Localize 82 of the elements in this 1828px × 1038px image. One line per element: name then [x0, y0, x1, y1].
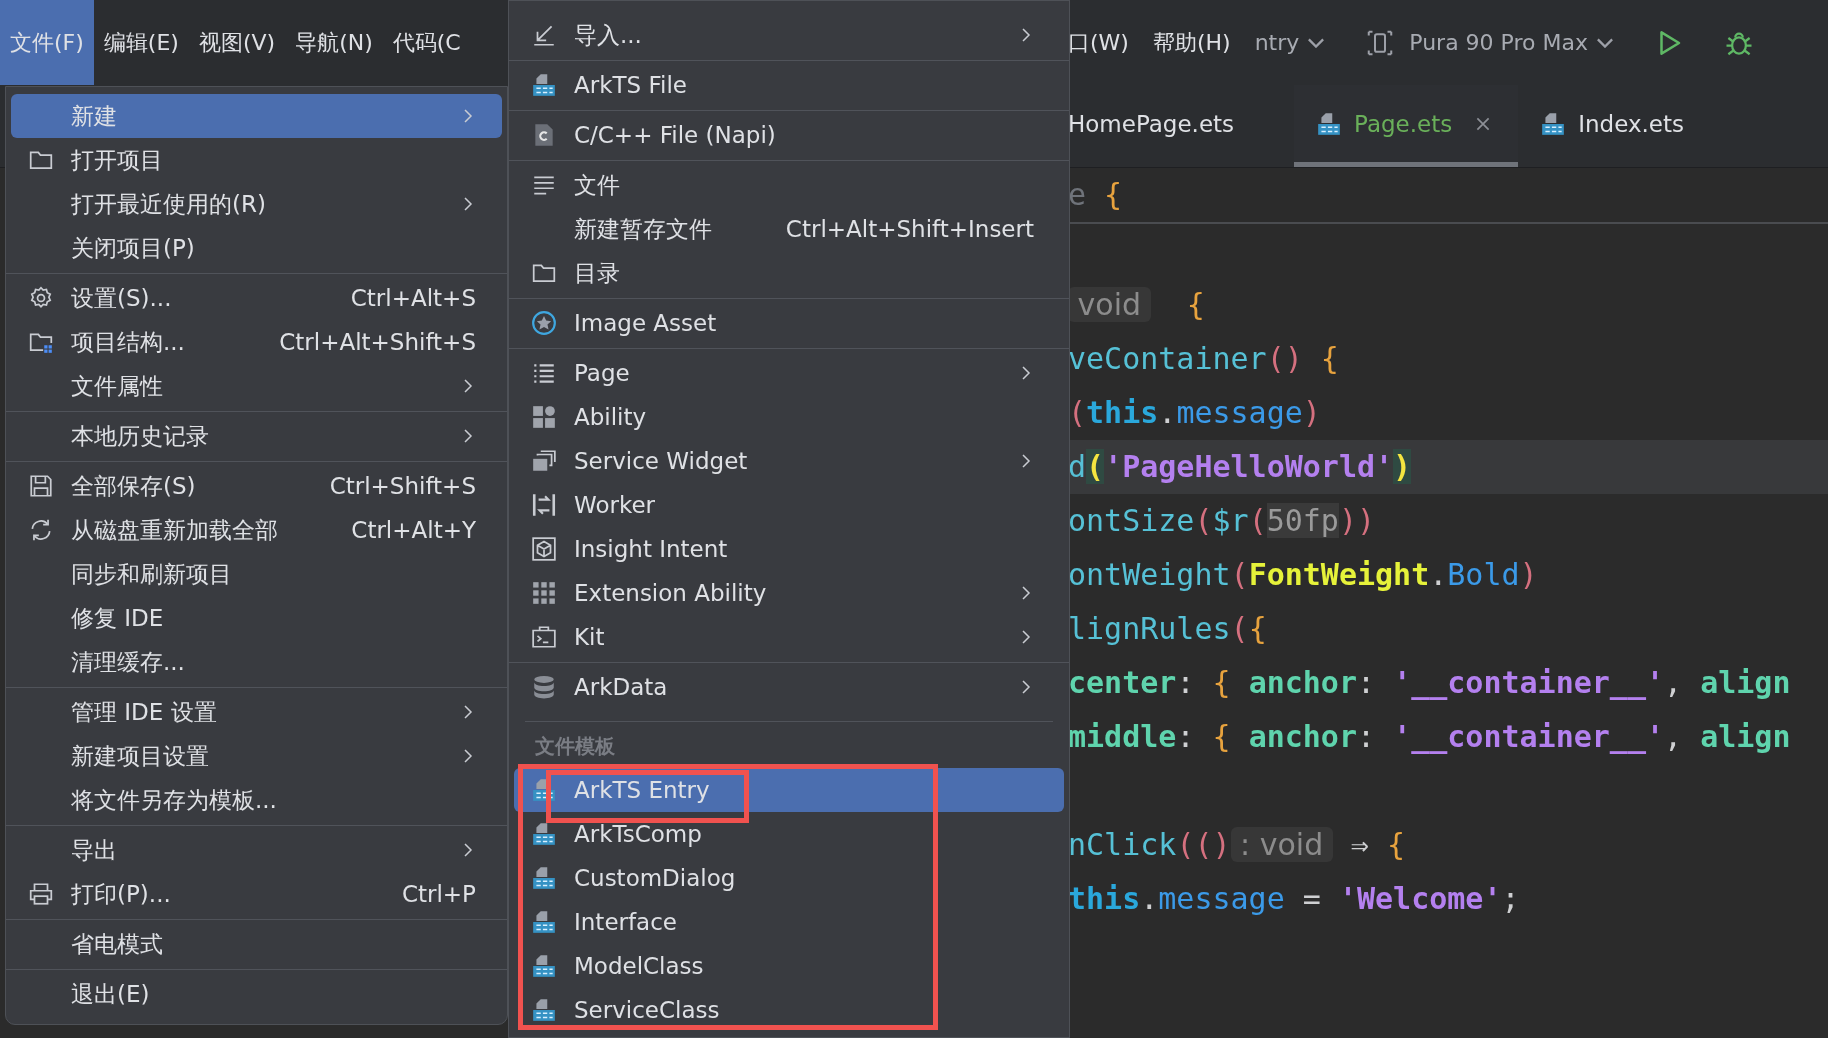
menu-item[interactable]: Kit: [514, 615, 1064, 659]
menu-item[interactable]: 管理 IDE 设置: [11, 690, 502, 734]
stacked-windows-icon: [531, 448, 557, 474]
menu-item[interactable]: Page: [514, 351, 1064, 395]
menu-item[interactable]: 设置(S)... Ctrl+Alt+S: [11, 276, 502, 320]
menu-item[interactable]: 本地历史记录: [11, 414, 502, 458]
menu-item[interactable]: 同步和刷新项目: [11, 552, 502, 596]
menu-item[interactable]: Insight Intent: [514, 527, 1064, 571]
menu-item[interactable]: 清理缓存...: [11, 640, 502, 684]
menu-item[interactable]: 打印(P)... Ctrl+P: [11, 872, 502, 916]
code-line: middle: { anchor: '__container__', align: [1068, 718, 1792, 756]
menu-item[interactable]: 文件: [514, 163, 1064, 207]
tiles-icon: [531, 404, 557, 430]
menu-item[interactable]: 省电模式: [11, 922, 502, 966]
menu-bar-item[interactable]: 口(W): [1068, 0, 1129, 85]
swap-arrows-icon: [531, 492, 557, 518]
gear-icon: [28, 285, 54, 311]
menu-item[interactable]: ArkData: [514, 665, 1064, 709]
code-line: center: { anchor: '__container__', align: [1068, 664, 1792, 702]
caret-icon: [1596, 37, 1614, 48]
menu-item[interactable]: C/C++ File (Napi): [514, 113, 1064, 157]
menu-item[interactable]: 导入...: [514, 13, 1064, 57]
menu-item[interactable]: 打开最近使用的(R): [11, 182, 502, 226]
section-header: 文件模板: [534, 733, 616, 760]
menu-item[interactable]: ArkTsComp: [514, 812, 1064, 856]
menu-item[interactable]: 将文件另存为模板...: [11, 778, 502, 822]
ets-file-icon: [531, 821, 557, 847]
ets-file-icon: [531, 865, 557, 891]
cube-icon: [531, 536, 557, 562]
menu-item[interactable]: Interface: [514, 900, 1064, 944]
menu-item[interactable]: 目录: [514, 251, 1064, 295]
menu-bar-item[interactable]: 导航(N): [285, 0, 383, 85]
star-circle-icon: [531, 310, 557, 336]
ets-file-icon: [531, 72, 557, 98]
menu-item[interactable]: Service Widget: [514, 439, 1064, 483]
code-line: this.message = 'Welcome';: [1068, 880, 1521, 918]
menu-bar-item[interactable]: 帮助(H): [1152, 0, 1231, 85]
menu-item[interactable]: 从磁盘重新加载全部 Ctrl+Alt+Y: [11, 508, 502, 552]
menu-item[interactable]: 关闭项目(P): [11, 226, 502, 270]
menu-item[interactable]: 导出: [11, 828, 502, 872]
ets-file-icon: [531, 909, 557, 935]
ets-file-icon: [531, 997, 557, 1023]
editor-tab[interactable]: Index.ets: [1518, 85, 1706, 167]
menu-item[interactable]: 新建: [11, 94, 502, 138]
menu-item[interactable]: ModelClass: [514, 944, 1064, 988]
menu-bar-item[interactable]: 视图(V): [188, 0, 286, 85]
menu-item[interactable]: ServiceClass: [514, 988, 1064, 1032]
device-dropdown[interactable]: Pura 90 Pro Max: [1365, 27, 1614, 58]
code-line: nClick(() : void ⇒ {: [1068, 826, 1406, 864]
code-line: veContainer() {: [1068, 340, 1340, 378]
code-line: lignRules({: [1068, 610, 1268, 648]
editor-tab[interactable]: HomePage.ets: [1068, 85, 1295, 167]
code-line: ontSize($r(50fp)): [1068, 502, 1377, 540]
ets-file-icon: [1540, 110, 1567, 137]
menu-bar-item[interactable]: 文件(F): [0, 0, 94, 85]
ets-file-icon: [1316, 110, 1343, 137]
run-config-dropdown[interactable]: ntry: [1254, 30, 1326, 55]
menu-item[interactable]: 打开项目: [11, 138, 502, 182]
menu-item[interactable]: 修复 IDE: [11, 596, 502, 640]
menu-item[interactable]: 项目结构... Ctrl+Alt+Shift+S: [11, 320, 502, 364]
code-line: ontWeight(FontWeight.Bold): [1068, 556, 1539, 594]
menu-bar-item[interactable]: 代码(C: [382, 0, 471, 85]
caret-icon: [1307, 37, 1326, 48]
menu-item[interactable]: 退出(E): [11, 972, 502, 1016]
menu-item[interactable]: Worker: [514, 483, 1064, 527]
menu-item[interactable]: 新建项目设置: [11, 734, 502, 778]
menu-item[interactable]: ArkTS File: [514, 63, 1064, 107]
menu-item[interactable]: 文件属性: [11, 364, 502, 408]
ets-file-icon: [531, 777, 557, 803]
dot-grid-icon: [531, 580, 557, 606]
printer-icon: [28, 881, 54, 907]
menu-item[interactable]: Image Asset: [514, 301, 1064, 345]
code-line: (this.message): [1068, 394, 1322, 432]
menu-item[interactable]: Extension Ability: [514, 571, 1064, 615]
database-icon: [531, 674, 557, 700]
terminal-icon: [531, 624, 557, 650]
menu-item[interactable]: 新建暂存文件 Ctrl+Alt+Shift+Insert: [514, 207, 1064, 251]
menu-item[interactable]: Ability: [514, 395, 1064, 439]
menu-item[interactable]: 全部保存(S) Ctrl+Shift+S: [11, 464, 502, 508]
ets-file-icon: [531, 953, 557, 979]
menu-item[interactable]: CustomDialog: [514, 856, 1064, 900]
menu-bar-item[interactable]: 编辑(E): [93, 0, 189, 85]
